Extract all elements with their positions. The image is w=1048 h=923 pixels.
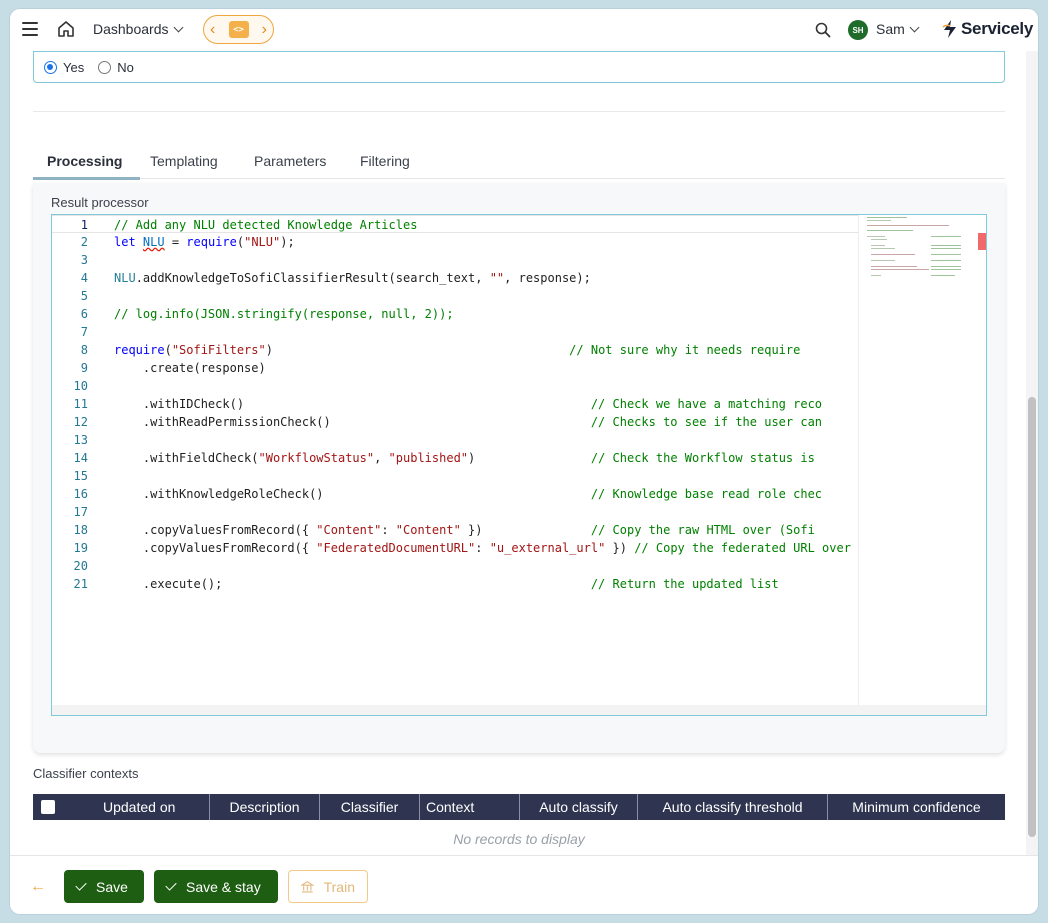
radio-label: No	[117, 59, 134, 75]
active-tab-indicator	[33, 177, 140, 180]
column-header-classifier[interactable]: Classifier	[320, 794, 420, 820]
code-line: 17	[73, 505, 88, 519]
code-line: 10	[73, 379, 88, 393]
code-area[interactable]: 1// Add any NLU detected Knowledge Artic…	[52, 215, 858, 705]
user-menu[interactable]: Sam	[876, 21, 920, 37]
tab-bar: Processing Templating Parameters Filteri…	[33, 147, 1005, 181]
chevron-down-icon	[909, 22, 920, 32]
code-line: 8 require("SofiFilters") // Not sure why …	[80, 343, 801, 357]
code-minimap[interactable]	[858, 215, 978, 705]
divider	[33, 111, 1005, 112]
code-line: 1// Add any NLU detected Knowledge Artic…	[52, 215, 858, 233]
bottom-toolbar: ← Save Save & stay Train	[10, 855, 1038, 914]
logo-text: Servicely	[961, 19, 1033, 38]
column-header-auto-classify-threshold[interactable]: Auto classify threshold	[638, 794, 828, 820]
result-processor-label: Result processor	[51, 195, 149, 210]
empty-grid-message: No records to display	[453, 831, 585, 847]
editor-horizontal-scrollbar[interactable]	[52, 705, 986, 715]
dashboards-label: Dashboards	[93, 21, 169, 37]
user-name: Sam	[876, 21, 905, 37]
code-line: 6// log.info(JSON.stringify(response, nu…	[80, 307, 454, 321]
code-line: 21 .execute(); // Return the updated lis…	[73, 577, 779, 591]
save-label: Save	[96, 878, 128, 895]
column-header-auto-classify[interactable]: Auto classify	[520, 794, 638, 820]
code-editor[interactable]: 1// Add any NLU detected Knowledge Artic…	[51, 214, 987, 716]
overview-ruler-error-marker	[978, 233, 986, 250]
column-header-minimum-confidence[interactable]: Minimum confidence	[828, 794, 1005, 820]
scrollbar-thumb[interactable]	[1028, 397, 1036, 837]
save-button[interactable]: Save	[64, 870, 144, 903]
dashboards-menu[interactable]: Dashboards	[93, 21, 183, 37]
radio-label: Yes	[63, 59, 85, 75]
code-line: 15	[73, 469, 88, 483]
page-vertical-scrollbar[interactable]	[1026, 51, 1038, 855]
logo-icon	[942, 20, 956, 38]
tab-processing[interactable]: Processing	[47, 153, 122, 169]
code-line: 16 .withKnowledgeRoleCheck() // Knowledg…	[73, 487, 823, 501]
radio-no[interactable]: No	[98, 60, 134, 75]
app-window: Dashboards ‹ <> › SH Sam Servicely Yes N…	[10, 9, 1038, 914]
classifier-contexts-label: Classifier contexts	[33, 766, 139, 781]
tab-filtering[interactable]: Filtering	[360, 153, 410, 169]
code-line: 11 .withIDCheck() // Check we have a mat…	[73, 397, 823, 411]
bank-icon	[301, 880, 314, 892]
save-and-stay-label: Save & stay	[186, 878, 261, 895]
home-icon[interactable]	[57, 20, 75, 38]
processing-panel: Result processor 1// Add any NLU detecte…	[33, 183, 1005, 753]
avatar[interactable]: SH	[848, 20, 868, 40]
column-header-context[interactable]: Context	[420, 794, 520, 820]
code-line: 20	[73, 559, 88, 573]
column-header-updated-on[interactable]: Updated on	[33, 794, 210, 820]
code-line: 9 .create(response)	[80, 361, 266, 375]
search-icon[interactable]	[815, 22, 831, 38]
code-line: 13	[73, 433, 88, 447]
menu-icon[interactable]	[22, 22, 38, 36]
save-and-stay-button[interactable]: Save & stay	[154, 870, 278, 903]
tab-divider	[140, 178, 1005, 179]
train-button[interactable]: Train	[288, 870, 368, 903]
logo: Servicely	[942, 19, 1033, 39]
code-line: 18 .copyValuesFromRecord({ "Content": "C…	[73, 523, 815, 537]
chevron-left-icon[interactable]: ‹	[210, 21, 215, 38]
chevron-down-icon	[173, 22, 183, 32]
check-icon	[75, 879, 87, 891]
back-arrow-icon[interactable]: ←	[30, 878, 46, 896]
code-line: 7	[80, 325, 88, 339]
column-header-description[interactable]: Description	[210, 794, 320, 820]
code-line: 3	[80, 253, 88, 267]
classifier-grid-header: Updated on Description Classifier Contex…	[33, 794, 1005, 820]
code-line: 14 .withFieldCheck("WorkflowStatus", "pu…	[73, 451, 815, 465]
tab-parameters[interactable]: Parameters	[254, 153, 326, 169]
code-line: 2 let NLU = require("NLU");	[80, 235, 295, 249]
tab-templating[interactable]: Templating	[150, 153, 218, 169]
yes-no-radio-group: Yes No	[33, 51, 1005, 83]
radio-yes[interactable]: Yes	[44, 60, 84, 75]
code-line: 19 .copyValuesFromRecord({ "FederatedDoc…	[73, 541, 858, 555]
record-navigator: ‹ <> ›	[203, 15, 274, 44]
radio-unselected-icon	[98, 60, 112, 74]
code-icon[interactable]: <>	[228, 21, 249, 38]
chevron-right-icon[interactable]: ›	[262, 21, 267, 38]
code-line: 4 NLU.addKnowledgeToSofiClassifierResult(…	[80, 271, 591, 285]
code-line: 5	[80, 289, 88, 303]
check-icon	[165, 879, 177, 891]
code-line: 12 .withReadPermissionCheck() // Checks …	[73, 415, 823, 429]
radio-selected-icon	[44, 60, 57, 74]
select-all-checkbox[interactable]	[41, 800, 55, 814]
top-bar: Dashboards ‹ <> › SH Sam Servicely	[10, 9, 1038, 51]
train-label: Train	[323, 878, 355, 895]
